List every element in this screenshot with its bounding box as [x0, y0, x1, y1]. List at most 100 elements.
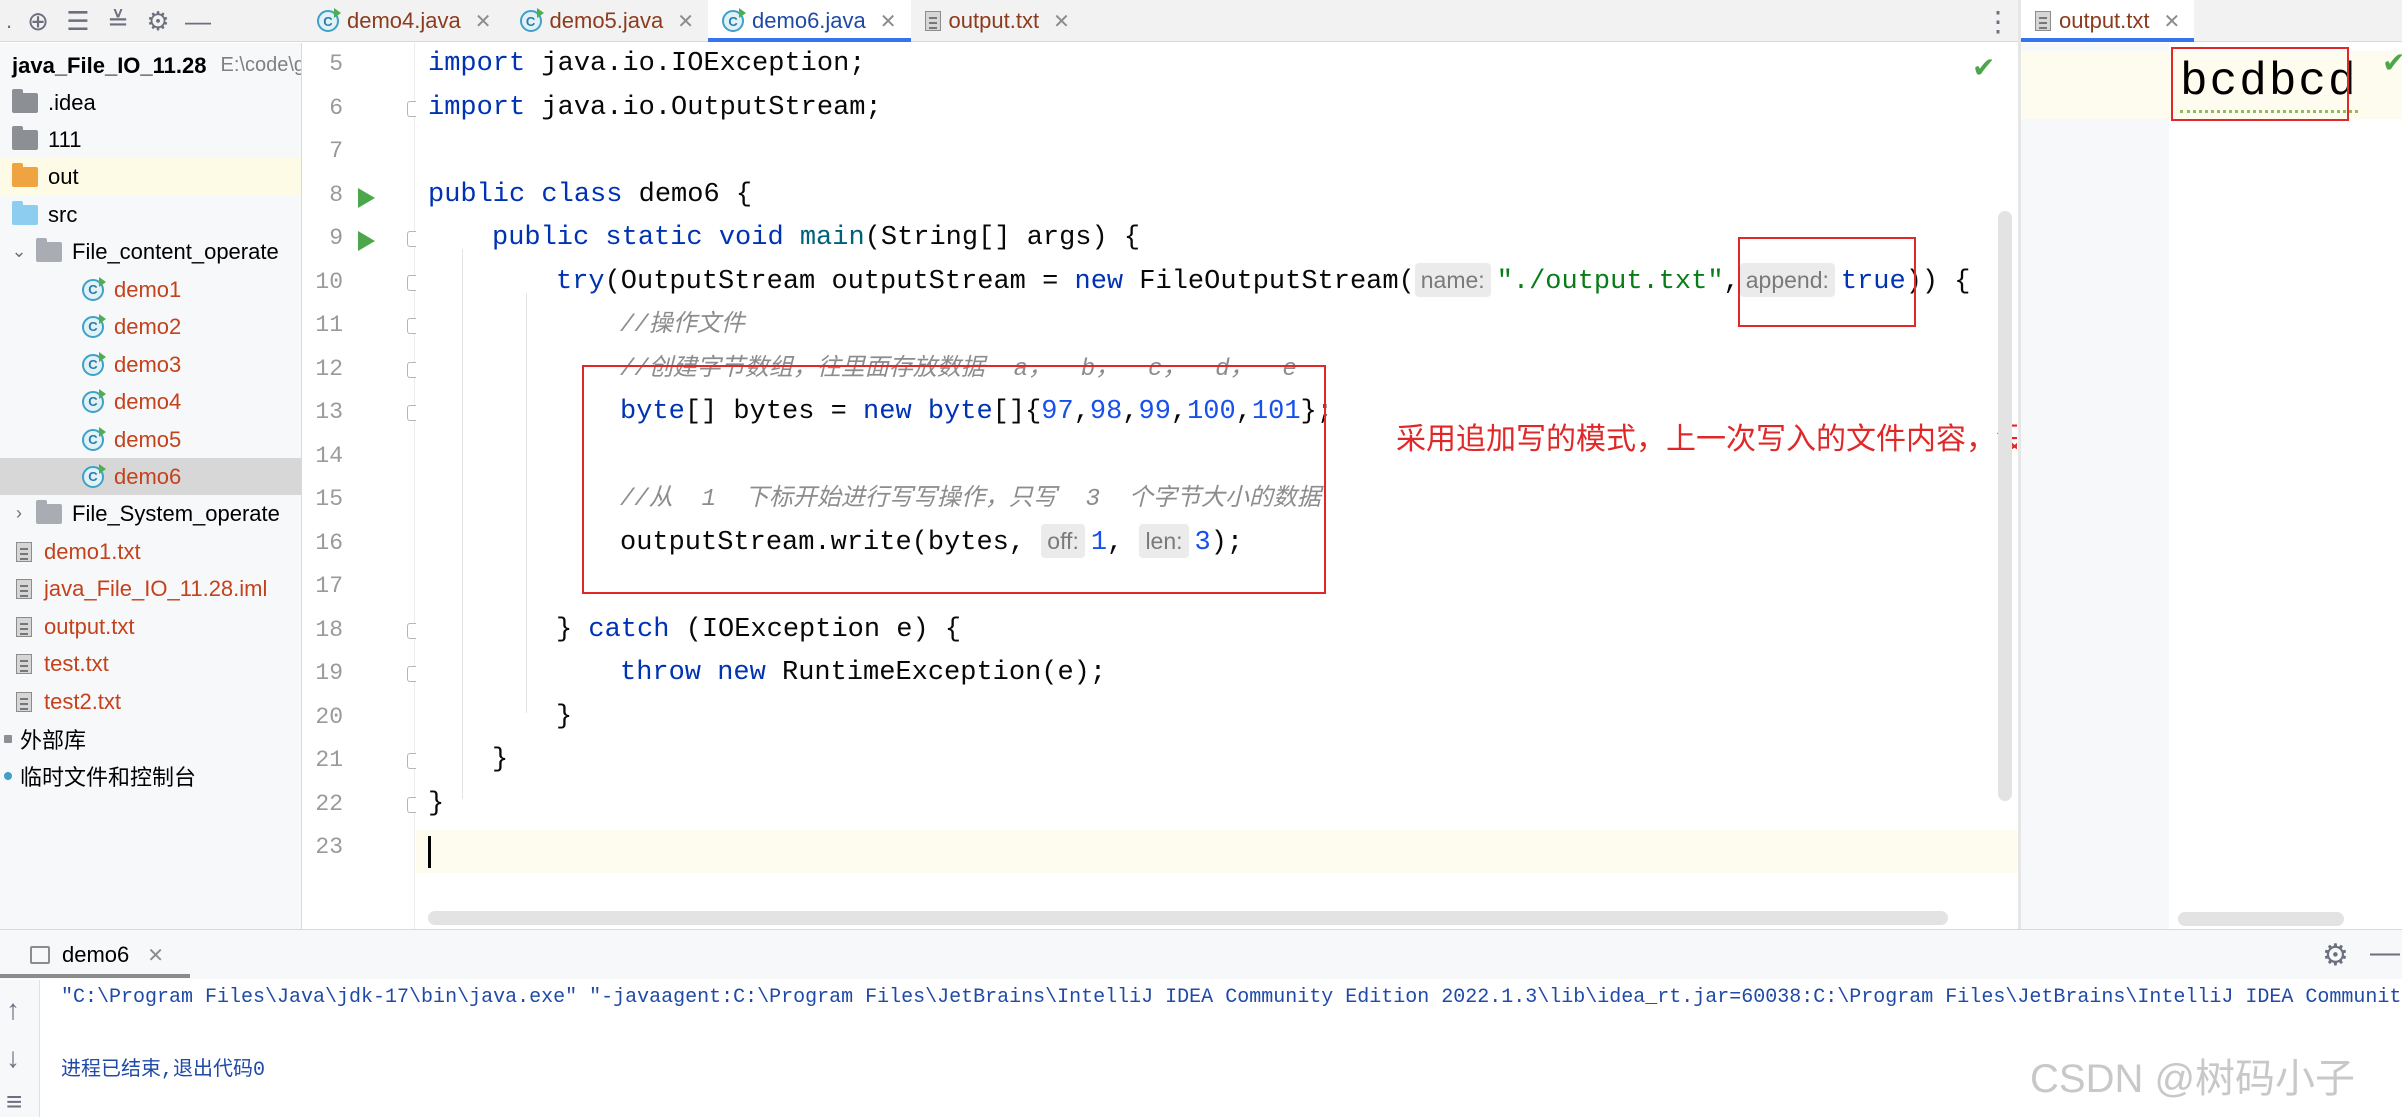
tree-item-demo5[interactable]: C demo5 [0, 421, 301, 458]
line-number: 6 [329, 95, 343, 121]
close-icon[interactable]: ✕ [1053, 9, 1070, 34]
java-class-icon: C [722, 8, 747, 32]
gear-icon[interactable]: ⚙ [138, 1, 178, 41]
close-icon[interactable]: ✕ [475, 9, 492, 34]
folder-icon [12, 162, 38, 187]
minimize-icon[interactable]: — [178, 1, 218, 41]
tree-item-test2-txt[interactable]: test2.txt [0, 683, 301, 720]
java-class-icon: C [82, 313, 106, 338]
editor-tabs: C demo4.java ✕ C demo5.java ✕ C demo6.ja… [303, 0, 2018, 42]
tree-item-label: demo1.txt [44, 538, 141, 564]
tree-item-demo4[interactable]: C demo4 [0, 383, 301, 420]
close-icon[interactable]: ✕ [880, 9, 897, 34]
inspection-ok-icon[interactable]: ✔ [2382, 46, 2402, 79]
package-icon [36, 237, 62, 262]
target-icon[interactable]: ⊕ [18, 1, 58, 41]
arrow-up-icon[interactable]: ↑ [6, 994, 20, 1026]
highlight-box-append [1738, 237, 1916, 327]
close-icon[interactable]: ✕ [147, 943, 164, 968]
package-icon [36, 499, 62, 524]
chevron-right-icon[interactable]: › [10, 503, 28, 524]
line-number: 18 [315, 617, 343, 643]
line-number: 12 [315, 356, 343, 382]
tree-item-label: out [48, 163, 79, 189]
indent-guide [462, 249, 463, 799]
horizontal-scrollbar[interactable] [2178, 912, 2344, 926]
tree-item-src[interactable]: src [0, 196, 301, 233]
tree-item-label: test.txt [44, 650, 109, 676]
line-number: 5 [329, 51, 343, 77]
run-icon[interactable] [358, 188, 375, 208]
tree-item-label: 111 [48, 126, 82, 152]
more-tabs-icon[interactable]: ⋮ [1978, 0, 2018, 42]
java-class-icon: C [317, 8, 341, 32]
project-root[interactable]: java_File_IO_11.28 E:\code\g [0, 47, 302, 84]
tab-output-txt[interactable]: output.txt ✕ [911, 0, 1084, 42]
tree-item-external-libs[interactable]: 外部库 [0, 720, 301, 757]
code-line-20: } [556, 702, 573, 732]
expand-all-icon[interactable]: ☰ [58, 1, 98, 41]
tree-item-111[interactable]: 111 [0, 121, 301, 158]
scratches-icon [4, 771, 12, 780]
inspection-ok-icon[interactable]: ✔ [1972, 51, 1995, 84]
tree-item-demo3[interactable]: C demo3 [0, 346, 301, 383]
run-icon[interactable] [358, 231, 375, 251]
run-tool-window-header: demo6 ✕ ⚙ — [0, 929, 2402, 979]
chevron-down-icon[interactable]: ⌄ [10, 241, 28, 262]
tree-item-label: 临时文件和控制台 [20, 764, 197, 790]
run-tab-demo6[interactable]: demo6 ✕ [30, 936, 164, 974]
java-class-icon: C [82, 426, 106, 451]
folder-icon [12, 200, 38, 225]
tab-demo6[interactable]: C demo6.java ✕ [708, 0, 911, 42]
tree-item-iml[interactable]: java_File_IO_11.28.iml [0, 570, 301, 607]
tree-item-demo6[interactable]: C demo6 [0, 458, 301, 495]
tab-demo5[interactable]: C demo5.java ✕ [506, 0, 709, 42]
tree-item-demo1[interactable]: C demo1 [0, 271, 301, 308]
tab-demo4[interactable]: C demo4.java ✕ [303, 0, 506, 42]
tree-item-out[interactable]: out [0, 158, 301, 195]
tree-item-label: src [48, 201, 78, 227]
folder-icon [12, 125, 38, 150]
horizontal-scrollbar[interactable] [428, 911, 1948, 925]
code-editor[interactable]: ✔ import java.io.IOException; import jav… [416, 43, 2017, 929]
arrow-down-icon[interactable]: ↓ [6, 1042, 20, 1074]
vertical-scrollbar[interactable] [1998, 211, 2012, 801]
line-number: 21 [315, 747, 343, 773]
tab-output-txt-right[interactable]: output.txt ✕ [2021, 0, 2195, 42]
text-file-icon [16, 653, 32, 674]
line-number: 9 [329, 225, 343, 251]
java-class-icon: C [82, 351, 106, 376]
tree-item-file-system-operate[interactable]: › File_System_operate [0, 495, 301, 532]
tree-item-idea[interactable]: .idea [0, 84, 301, 121]
tree-item-output-txt[interactable]: output.txt [0, 608, 301, 645]
text-file-icon [2035, 11, 2051, 31]
java-class-icon: C [82, 463, 106, 488]
text-file-icon [16, 616, 32, 637]
tree-item-label: demo5 [114, 426, 182, 452]
line-number: 10 [315, 269, 343, 295]
project-root-label: java_File_IO_11.28 [12, 52, 207, 78]
line-number: 22 [315, 791, 343, 817]
tree-item-label: demo6 [114, 463, 182, 489]
module-file-icon [16, 578, 32, 599]
tree-item-label: java_File_IO_11.28.iml [44, 575, 268, 601]
project-root-path: E:\code\g [220, 54, 302, 76]
text-file-icon [924, 11, 941, 31]
tree-item-label: output.txt [44, 613, 135, 639]
tree-item-demo2[interactable]: C demo2 [0, 308, 301, 345]
close-icon[interactable]: ✕ [2164, 9, 2181, 34]
watermark: CSDN @树码小子 [2030, 1057, 2356, 1101]
code-line-18: } catch (IOException e) { [556, 615, 962, 645]
tree-item-test-txt[interactable]: test.txt [0, 645, 301, 682]
close-icon[interactable]: ✕ [677, 9, 694, 34]
line-number: 8 [329, 182, 343, 208]
wrap-icon[interactable]: ≡ [6, 1086, 22, 1117]
collapse-all-icon[interactable]: ≚ [98, 1, 138, 41]
line-number: 7 [329, 138, 343, 164]
tree-item-scratches[interactable]: 临时文件和控制台 [0, 757, 301, 794]
gear-icon[interactable]: ⚙ [2322, 938, 2349, 973]
library-icon [4, 734, 12, 743]
tree-item-demo1-txt[interactable]: demo1.txt [0, 533, 301, 570]
minimize-icon[interactable]: — [2370, 936, 2400, 970]
tree-item-file-content-operate[interactable]: ⌄ File_content_operate [0, 233, 301, 270]
